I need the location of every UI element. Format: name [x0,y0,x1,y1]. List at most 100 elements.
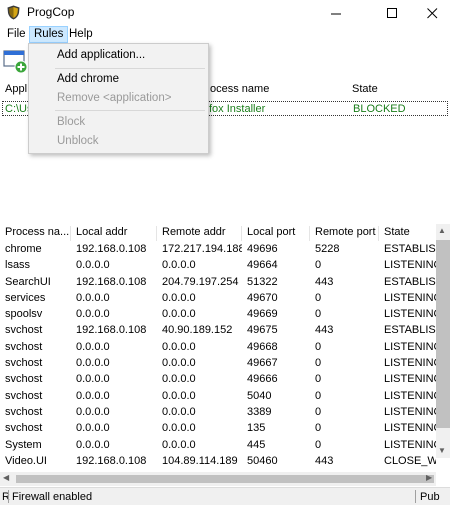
cell-remote-port: 0 [315,405,322,418]
cell-state: LISTENING [384,357,436,370]
table-row[interactable]: svchost 0.0.0.0 0.0.0.0 49667 0 LISTENING [0,355,436,371]
table-row[interactable]: svchost 0.0.0.0 0.0.0.0 5040 0 LISTENING [0,388,436,404]
cell-local-port: 49668 [247,340,278,353]
cell-remote-addr: 0.0.0.0 [162,405,196,418]
cell-remote-addr: 172.217.194.188 [162,243,242,255]
column-process-name[interactable]: ocess name [210,83,269,95]
cell-local-port: 49666 [247,373,278,386]
cell-process: SearchUI [5,275,51,288]
rule-process: fox Installer [209,103,266,115]
connections-header: Process na... Local addr Remote addr Loc… [0,224,436,241]
cell-process: services [5,291,46,304]
cell-process: lsass [5,259,31,272]
cell-local-addr: 0.0.0.0 [76,340,110,353]
cell-local-addr: 0.0.0.0 [76,308,110,321]
cell-state: LISTENING [384,340,436,353]
menu-add-chrome[interactable]: Add chrome [57,73,119,85]
cell-local-addr: 0.0.0.0 [76,422,110,435]
menu-remove-application[interactable]: Remove <application> [57,92,171,104]
table-row[interactable]: services 0.0.0.0 0.0.0.0 49670 0 LISTENING [0,290,436,306]
add-application-icon[interactable] [3,48,29,74]
table-row[interactable]: svchost 192.168.0.108 40.90.189.152 49675 44… [0,322,436,338]
cell-remote-addr: 104.89.114.189 [162,454,238,467]
table-row[interactable]: svchost 0.0.0.0 0.0.0.0 135 0 LISTENING [0,420,436,436]
column-process-name[interactable]: Process na... [0,226,71,241]
cell-local-port: 51322 [247,275,278,288]
cell-process: svchost [5,340,43,353]
close-icon [427,7,438,18]
minimize-button[interactable] [314,0,359,26]
cell-local-port: 445 [247,438,266,451]
cell-state: LISTENING [384,291,436,304]
cell-local-addr: 192.168.0.108 [76,324,147,337]
table-row[interactable]: System 0.0.0.0 0.0.0.0 445 0 LISTENING [0,437,436,453]
table-row[interactable]: svchost 0.0.0.0 0.0.0.0 49666 0 LISTENING [0,371,436,387]
cell-process: Video.UI [5,454,47,467]
cell-process: chrome [5,243,42,255]
cell-process: System [5,438,42,451]
cell-remote-port: 0 [315,389,322,402]
maximize-button[interactable] [370,0,415,26]
horizontal-scroll-thumb[interactable] [16,475,434,483]
connections-body: chrome 192.168.0.108 172.217.194.188 49696 5… [0,241,436,469]
status-separator [8,490,9,503]
cell-remote-addr: 0.0.0.0 [162,308,196,321]
scroll-down-icon[interactable]: ▼ [438,446,446,455]
table-row[interactable]: svchost 0.0.0.0 0.0.0.0 3389 0 LISTENING [0,404,436,420]
cell-remote-addr: 0.0.0.0 [162,291,196,304]
cell-local-port: 49669 [247,308,278,321]
cell-local-port: 49675 [247,324,278,337]
cell-remote-port: 0 [315,291,322,304]
status-separator [415,490,416,503]
column-remote-addr[interactable]: Remote addr [157,226,242,241]
scroll-up-icon[interactable]: ▲ [438,226,446,235]
table-row[interactable]: spoolsv 0.0.0.0 0.0.0.0 49669 0 LISTENING [0,306,436,322]
cell-local-addr: 192.168.0.108 [76,454,147,467]
column-application[interactable]: Appl [5,83,27,95]
cell-remote-addr: 0.0.0.0 [162,259,196,272]
cell-local-port: 5040 [247,389,272,402]
cell-remote-port: 443 [315,275,334,288]
cell-local-port: 50460 [247,454,278,467]
column-local-port[interactable]: Local port [242,226,310,241]
cell-state: LISTENING [384,259,436,272]
menu-block[interactable]: Block [57,116,85,128]
column-state[interactable]: State [379,226,436,241]
cell-process: svchost [5,357,43,370]
cell-local-addr: 0.0.0.0 [76,259,110,272]
cell-local-addr: 0.0.0.0 [76,357,110,370]
menu-help[interactable]: Help [65,26,97,43]
vertical-scroll-thumb[interactable] [436,240,450,428]
column-state[interactable]: State [352,83,378,95]
cell-remote-addr: 0.0.0.0 [162,340,196,353]
cell-remote-port: 0 [315,422,322,435]
column-local-addr[interactable]: Local addr [71,226,157,241]
scroll-left-icon[interactable]: ◀ [3,473,9,482]
menu-separator [55,68,205,69]
menu-add-application[interactable]: Add application... [57,49,145,61]
table-row[interactable]: lsass 0.0.0.0 0.0.0.0 49664 0 LISTENING [0,257,436,273]
cell-local-port: 49667 [247,357,278,370]
cell-process: svchost [5,324,43,337]
close-button[interactable] [410,0,450,26]
table-row[interactable]: Video.UI 192.168.0.108 104.89.114.189 50460… [0,453,436,469]
cell-process: svchost [5,373,43,386]
cell-local-addr: 0.0.0.0 [76,389,110,402]
menu-file[interactable]: File [3,26,30,43]
maximize-icon [387,7,397,18]
column-remote-port[interactable]: Remote port [310,226,379,241]
table-row[interactable]: svchost 0.0.0.0 0.0.0.0 49668 0 LISTENING [0,339,436,355]
cell-state: LISTENING [384,389,436,402]
cell-remote-port: 0 [315,340,322,353]
cell-state: LISTENING [384,438,436,451]
connections-table[interactable]: Process na... Local addr Remote addr Loc… [0,224,450,472]
cell-local-port: 49664 [247,259,278,272]
table-row[interactable]: SearchUI 192.168.0.108 204.79.197.254 51322… [0,274,436,290]
scroll-right-icon[interactable]: ▶ [426,473,432,482]
cell-local-addr: 192.168.0.108 [76,243,147,255]
menu-rules[interactable]: Rules [29,26,69,43]
menu-unblock[interactable]: Unblock [57,135,99,147]
table-row[interactable]: chrome 192.168.0.108 172.217.194.188 49696 5… [0,241,436,257]
cell-remote-addr: 0.0.0.0 [162,438,196,451]
cell-local-addr: 0.0.0.0 [76,438,110,451]
